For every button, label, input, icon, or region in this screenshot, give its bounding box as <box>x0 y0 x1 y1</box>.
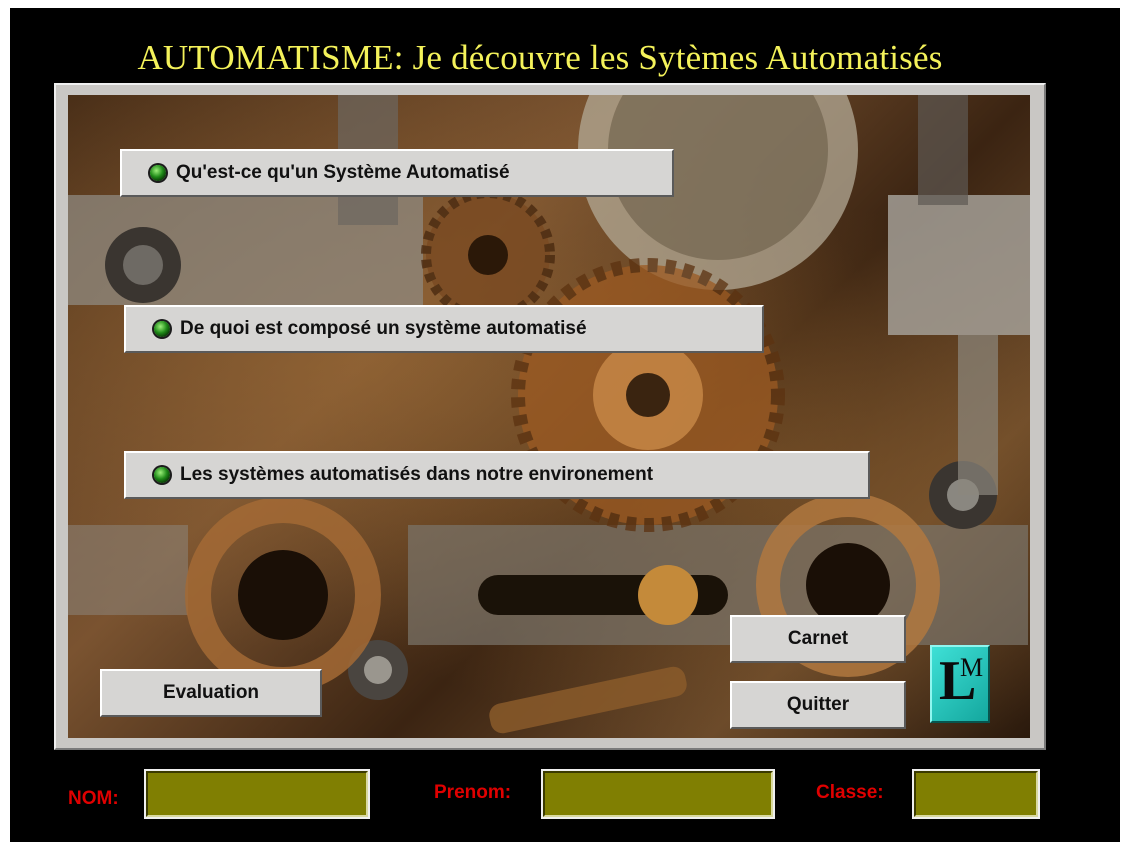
nom-label: NOM: <box>68 788 119 809</box>
prenom-label: Prenom: <box>434 782 512 803</box>
carnet-button[interactable]: Carnet <box>730 615 906 663</box>
main-panel: Qu'est-ce qu'un Système Automatisé De qu… <box>54 83 1046 750</box>
lm-logo: L M <box>930 645 990 723</box>
menu-button-environment[interactable]: Les systèmes automatisés dans notre envi… <box>124 451 870 499</box>
led-radio-icon <box>154 467 170 483</box>
menu-button-label: Qu'est-ce qu'un Système Automatisé <box>176 162 510 183</box>
menu-button-composition[interactable]: De quoi est composé un système automatis… <box>124 305 764 353</box>
menu-button-label: De quoi est composé un système automatis… <box>180 318 587 339</box>
classe-label: Classe: <box>816 782 884 803</box>
menu-button-label: Les systèmes automatisés dans notre envi… <box>180 464 654 485</box>
menu-button-what-is[interactable]: Qu'est-ce qu'un Système Automatisé <box>120 149 674 197</box>
led-radio-icon <box>154 321 170 337</box>
classe-field[interactable] <box>912 769 1040 819</box>
led-radio-icon <box>150 165 166 181</box>
prenom-field[interactable] <box>541 769 775 819</box>
gears-background-image: Qu'est-ce qu'un Système Automatisé De qu… <box>68 95 1030 738</box>
nom-field[interactable] <box>144 769 370 819</box>
evaluation-button[interactable]: Evaluation <box>100 669 322 717</box>
quitter-button[interactable]: Quitter <box>730 681 906 729</box>
app-window: AUTOMATISME: Je découvre les Sytèmes Aut… <box>10 8 1120 842</box>
page-title: AUTOMATISME: Je découvre les Sytèmes Aut… <box>137 38 943 77</box>
logo-letter-small: M <box>960 653 984 682</box>
